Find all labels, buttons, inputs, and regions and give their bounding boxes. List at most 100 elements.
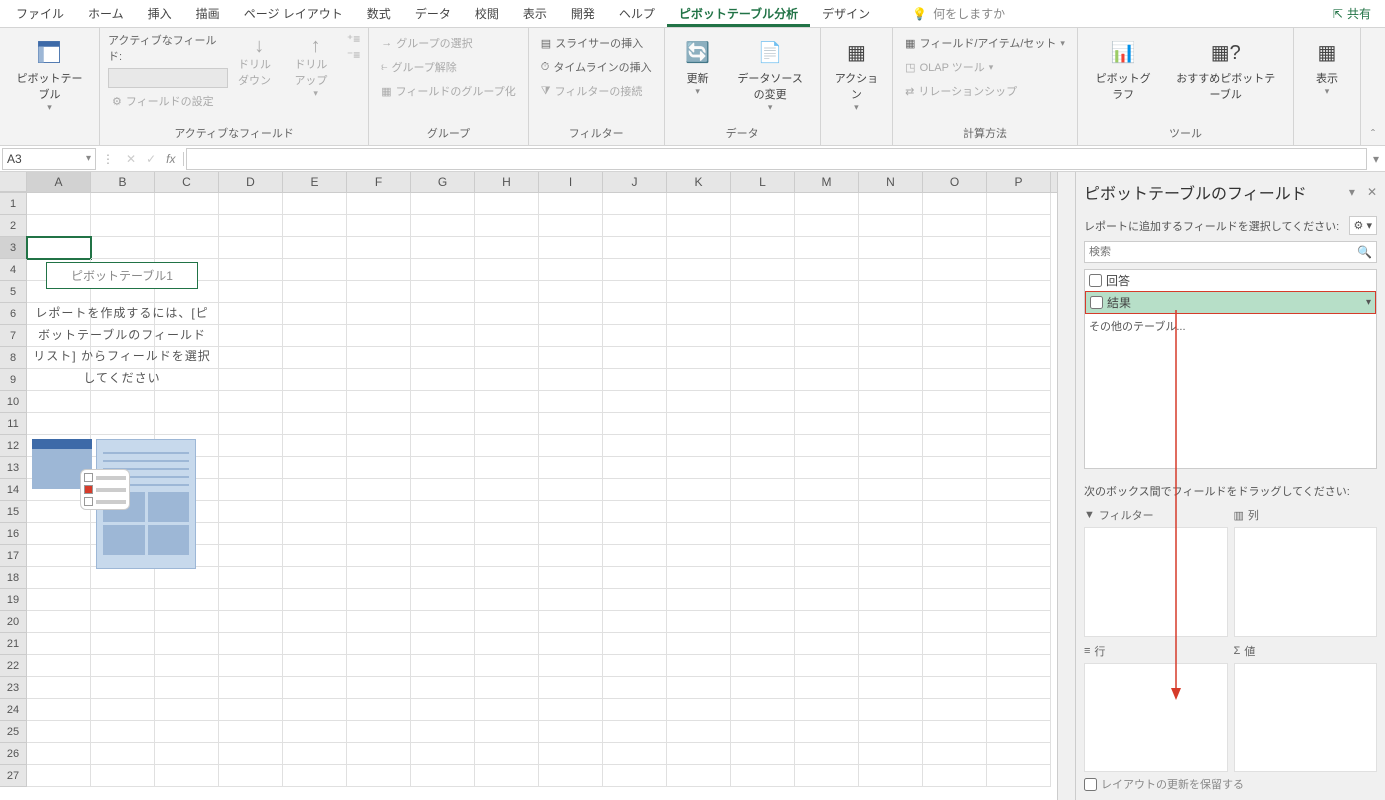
cell[interactable] (667, 611, 731, 633)
cell[interactable] (667, 325, 731, 347)
cell[interactable] (475, 633, 539, 655)
cell[interactable] (603, 567, 667, 589)
cell[interactable] (859, 545, 923, 567)
cell[interactable] (731, 655, 795, 677)
cell[interactable] (475, 567, 539, 589)
cell[interactable] (539, 501, 603, 523)
cell[interactable] (987, 611, 1051, 633)
cell[interactable] (731, 721, 795, 743)
row-header[interactable]: 27 (0, 765, 27, 787)
cell[interactable] (347, 501, 411, 523)
row-header[interactable]: 24 (0, 699, 27, 721)
cell[interactable] (283, 281, 347, 303)
cell[interactable] (27, 215, 91, 237)
cell[interactable] (91, 193, 155, 215)
cell[interactable] (155, 765, 219, 787)
row-header[interactable]: 13 (0, 457, 27, 479)
cell[interactable] (667, 259, 731, 281)
cell[interactable] (411, 281, 475, 303)
cell[interactable] (411, 765, 475, 787)
cell[interactable] (347, 237, 411, 259)
cell[interactable] (923, 611, 987, 633)
cell[interactable] (923, 655, 987, 677)
cell[interactable] (155, 699, 219, 721)
row-header[interactable]: 25 (0, 721, 27, 743)
field-search-box[interactable]: 🔍 (1084, 241, 1377, 263)
row-header[interactable]: 8 (0, 347, 27, 369)
cell[interactable] (859, 677, 923, 699)
cell[interactable] (667, 721, 731, 743)
cell[interactable] (539, 545, 603, 567)
select-all-corner[interactable] (0, 172, 27, 192)
cell[interactable] (475, 391, 539, 413)
refresh-button[interactable]: 🔄 更新 ▾ (673, 32, 723, 101)
cell[interactable] (411, 721, 475, 743)
cell[interactable] (923, 721, 987, 743)
cell[interactable] (987, 303, 1051, 325)
cell[interactable] (283, 215, 347, 237)
cell[interactable] (475, 237, 539, 259)
cell[interactable] (667, 567, 731, 589)
cell[interactable] (667, 699, 731, 721)
tab-design[interactable]: デザイン (810, 0, 882, 27)
cell[interactable] (411, 655, 475, 677)
cell[interactable] (987, 193, 1051, 215)
group-selection-button[interactable]: →グループの選択 (377, 32, 520, 54)
cell[interactable] (539, 237, 603, 259)
cell[interactable] (603, 347, 667, 369)
cell[interactable] (475, 193, 539, 215)
cell[interactable] (283, 633, 347, 655)
cell[interactable] (603, 259, 667, 281)
cell[interactable] (219, 545, 283, 567)
row-header[interactable]: 21 (0, 633, 27, 655)
cell[interactable] (795, 435, 859, 457)
cell[interactable] (411, 523, 475, 545)
cell[interactable] (539, 457, 603, 479)
cell[interactable] (987, 347, 1051, 369)
cell[interactable] (667, 281, 731, 303)
row-header[interactable]: 17 (0, 545, 27, 567)
cell[interactable] (347, 479, 411, 501)
row-header[interactable]: 18 (0, 567, 27, 589)
cell[interactable] (731, 325, 795, 347)
row-header[interactable]: 22 (0, 655, 27, 677)
cell[interactable] (347, 589, 411, 611)
cell[interactable] (859, 721, 923, 743)
cell[interactable] (347, 215, 411, 237)
cell[interactable] (731, 347, 795, 369)
cell[interactable] (987, 545, 1051, 567)
cell[interactable] (859, 259, 923, 281)
cell[interactable] (539, 721, 603, 743)
cell[interactable] (219, 325, 283, 347)
cell[interactable] (283, 523, 347, 545)
tab-formulas[interactable]: 数式 (355, 0, 403, 27)
cell[interactable] (667, 457, 731, 479)
cell[interactable] (27, 611, 91, 633)
cell[interactable] (603, 699, 667, 721)
cell[interactable] (475, 435, 539, 457)
cell[interactable] (859, 215, 923, 237)
cell[interactable] (539, 347, 603, 369)
cell[interactable] (923, 413, 987, 435)
cell[interactable] (347, 281, 411, 303)
cell[interactable] (923, 193, 987, 215)
cell[interactable] (91, 215, 155, 237)
cell[interactable] (859, 435, 923, 457)
cell[interactable] (603, 457, 667, 479)
tab-pivot-analyze[interactable]: ピボットテーブル分析 (667, 0, 810, 27)
cell[interactable] (987, 501, 1051, 523)
cell[interactable] (347, 259, 411, 281)
cell[interactable] (539, 435, 603, 457)
cell[interactable] (795, 721, 859, 743)
cell[interactable] (219, 611, 283, 633)
cell[interactable] (987, 677, 1051, 699)
cell[interactable] (27, 743, 91, 765)
cell[interactable] (603, 523, 667, 545)
cell[interactable] (219, 699, 283, 721)
expand-field-icon[interactable]: ⁺≡ (347, 32, 360, 46)
cell[interactable] (795, 281, 859, 303)
field-item-result[interactable]: 結果 ▾ (1085, 291, 1376, 314)
cell[interactable] (91, 765, 155, 787)
cell[interactable] (411, 193, 475, 215)
cell[interactable] (923, 215, 987, 237)
